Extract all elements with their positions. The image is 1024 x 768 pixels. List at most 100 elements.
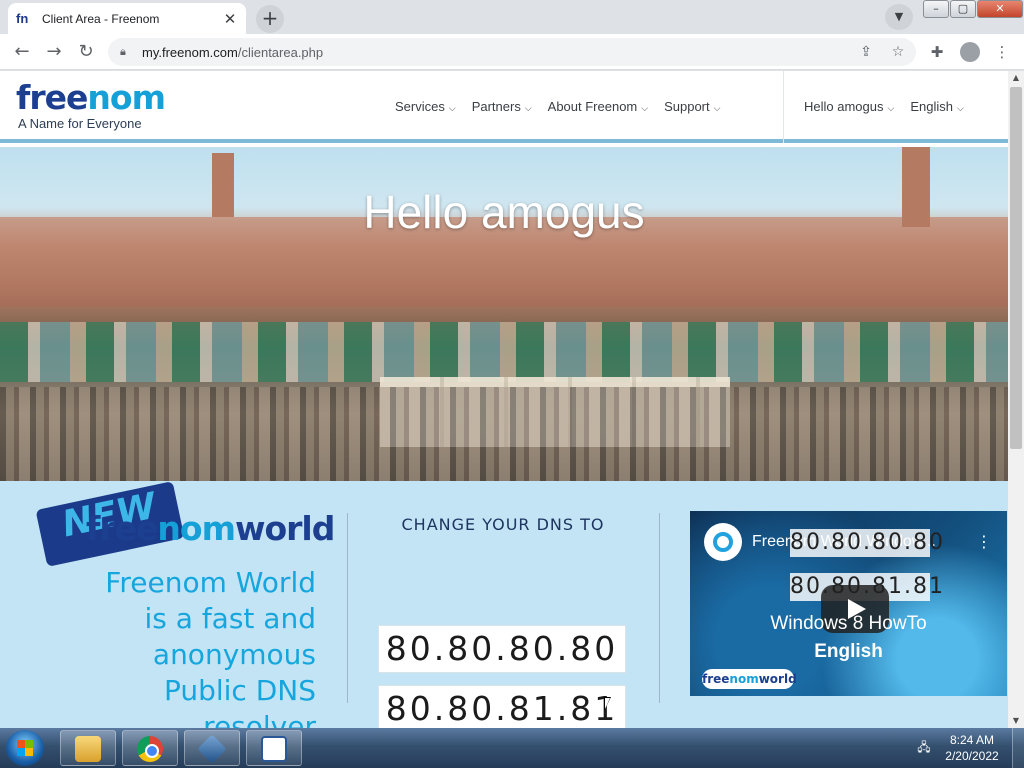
share-icon[interactable]: ⇪: [856, 44, 876, 60]
hero-bg-crowd: [0, 387, 1008, 481]
video-subtitle: Windows 8 HowTo: [770, 613, 927, 634]
windows-taskbar: 🖧︎ 8:24 AM 2/20/2022: [0, 728, 1024, 768]
menu-icon[interactable]: ⋮: [991, 42, 1013, 62]
scroll-up-icon[interactable]: ▲: [1008, 71, 1024, 85]
channel-icon[interactable]: [704, 523, 742, 561]
url-host: my.freenom.com: [142, 44, 238, 60]
taskbar-virtualbox-button[interactable]: [184, 730, 240, 766]
nav-label: Support: [664, 99, 710, 114]
scroll-down-icon[interactable]: ▼: [1008, 714, 1024, 728]
main-nav: Services ⌵ Partners ⌵ About Freenom ⌵ Suppo…: [395, 99, 736, 114]
chevron-down-icon: ⌵: [641, 103, 649, 113]
chevron-down-icon: ⌵: [887, 103, 895, 113]
extensions-icon[interactable]: ✚: [926, 42, 948, 62]
dns-primary-box: 80.80.80.80: [378, 625, 626, 673]
nav-partners[interactable]: Partners ⌵: [472, 99, 532, 114]
scroll-thumb[interactable]: [1010, 87, 1022, 449]
video-brand-logo: freenomworld: [702, 669, 797, 689]
page-scrollbar[interactable]: ▲ ▼: [1008, 71, 1024, 728]
logo-nom: nom: [87, 78, 166, 117]
taskbar-window-button[interactable]: [246, 730, 302, 766]
youtube-video-embed[interactable]: Freenom World Window... ⋮ 80.80.80.80 80…: [690, 511, 1007, 696]
freenom-favicon-icon: fn: [16, 10, 29, 26]
close-icon[interactable]: ✕: [222, 11, 238, 27]
promo-line: anonymous: [152, 638, 316, 671]
chevron-down-icon: ⌵: [713, 103, 721, 113]
nav-services[interactable]: Services ⌵: [395, 99, 456, 114]
tab-title: Client Area - Freenom: [42, 11, 160, 26]
plus-icon: +: [261, 6, 279, 30]
dns-promo-section: NEW freenomworld Freenom World is a fast…: [0, 481, 1008, 728]
tab-strip: fn Client Area - Freenom ✕ + ▼ – ▢ ✕: [0, 0, 1024, 34]
url-text: my.freenom.com/clientarea.php: [142, 45, 323, 60]
fw-free: free: [86, 509, 158, 548]
nav-user-menu[interactable]: Hello amogus ⌵: [804, 99, 894, 114]
video-ip-primary: 80.80.80.80: [790, 529, 945, 557]
freenom-logo[interactable]: freenom: [16, 78, 166, 117]
clock-time[interactable]: 8:24 AM: [940, 733, 1004, 747]
lock-icon[interactable]: 🔒︎: [120, 45, 134, 59]
vb-nom: nom: [729, 672, 759, 686]
browser-tab-active[interactable]: fn Client Area - Freenom ✕: [8, 3, 246, 34]
vb-free: free: [702, 672, 730, 686]
minimize-button[interactable]: –: [923, 0, 949, 18]
nav-label: About Freenom: [547, 99, 638, 114]
chevron-down-icon: ⌵: [448, 103, 456, 113]
promo-divider: [347, 513, 348, 703]
freenom-world-logo: freenomworld: [86, 509, 335, 548]
nav-label: Partners: [471, 99, 521, 114]
site-header: freenom A Name for Everyone Services ⌵ Pa…: [0, 71, 1008, 143]
window-controls: – ▢ ✕: [922, 0, 1023, 18]
nav-support[interactable]: Support ⌵: [664, 99, 720, 114]
promo-description: Freenom World is a fast and anonymous Pu…: [40, 565, 316, 728]
folder-icon: [75, 736, 101, 762]
chevron-down-icon: ⌵: [956, 103, 964, 113]
nav-label: Hello amogus: [804, 99, 884, 114]
nav-language[interactable]: English ⌵: [910, 99, 963, 114]
hero-banner: Hello amogus: [0, 147, 1008, 481]
network-icon[interactable]: 🖧︎: [916, 739, 932, 755]
promo-line: resolver: [203, 710, 316, 728]
new-tab-button[interactable]: +: [256, 5, 284, 33]
chevron-down-icon: ⌵: [524, 103, 532, 113]
promo-line: Freenom World: [105, 566, 316, 599]
logo-free: free: [16, 78, 88, 117]
promo-line: Public DNS: [163, 674, 316, 707]
forward-icon[interactable]: →: [42, 40, 66, 64]
start-button[interactable]: [6, 730, 44, 766]
page-viewport: freenom A Name for Everyone Services ⌵ Pa…: [0, 71, 1008, 728]
user-nav: Hello amogus ⌵ English ⌵: [804, 99, 980, 114]
maximize-button[interactable]: ▢: [950, 0, 976, 18]
chrome-icon: [137, 736, 163, 762]
fw-nom: nom: [157, 509, 236, 548]
star-icon[interactable]: ☆: [888, 44, 908, 60]
vb-world: world: [758, 672, 797, 686]
nav-about-freenom[interactable]: About Freenom ⌵: [548, 99, 648, 114]
taskbar-chrome-button[interactable]: [122, 730, 178, 766]
chevron-down-icon: ▼: [894, 10, 904, 23]
clock-date[interactable]: 2/20/2022: [940, 749, 1004, 763]
mouse-cursor-icon: [604, 697, 611, 711]
logo-tagline: A Name for Everyone: [18, 116, 142, 131]
dns-heading: CHANGE YOUR DNS TO: [401, 515, 605, 534]
reload-icon[interactable]: ↻: [74, 40, 98, 64]
nav-label: Services: [395, 99, 445, 114]
url-path: /clientarea.php: [237, 44, 324, 60]
window-close-button[interactable]: ✕: [977, 0, 1023, 18]
tab-search-button[interactable]: ▼: [885, 4, 913, 30]
promo-divider: [659, 513, 660, 703]
address-bar[interactable]: 🔒︎ my.freenom.com/clientarea.php ⇪ ☆: [108, 38, 916, 66]
browser-toolbar: ← → ↻ 🔒︎ my.freenom.com/clientarea.php ⇪…: [0, 34, 1024, 70]
nav-label: English: [910, 99, 953, 114]
more-vert-icon[interactable]: ⋮: [976, 531, 992, 553]
nav-divider: [783, 71, 784, 143]
taskbar-explorer-button[interactable]: [60, 730, 116, 766]
hero-bg-awnings: [0, 322, 1008, 382]
promo-line: is a fast and: [144, 602, 317, 635]
dns-secondary-box: 80.80.81.81: [378, 685, 626, 728]
fw-world: world: [234, 509, 335, 548]
back-icon[interactable]: ←: [10, 40, 34, 64]
virtualbox-icon: [197, 734, 227, 764]
show-desktop-button[interactable]: [1012, 728, 1024, 768]
profile-icon[interactable]: [960, 42, 980, 62]
